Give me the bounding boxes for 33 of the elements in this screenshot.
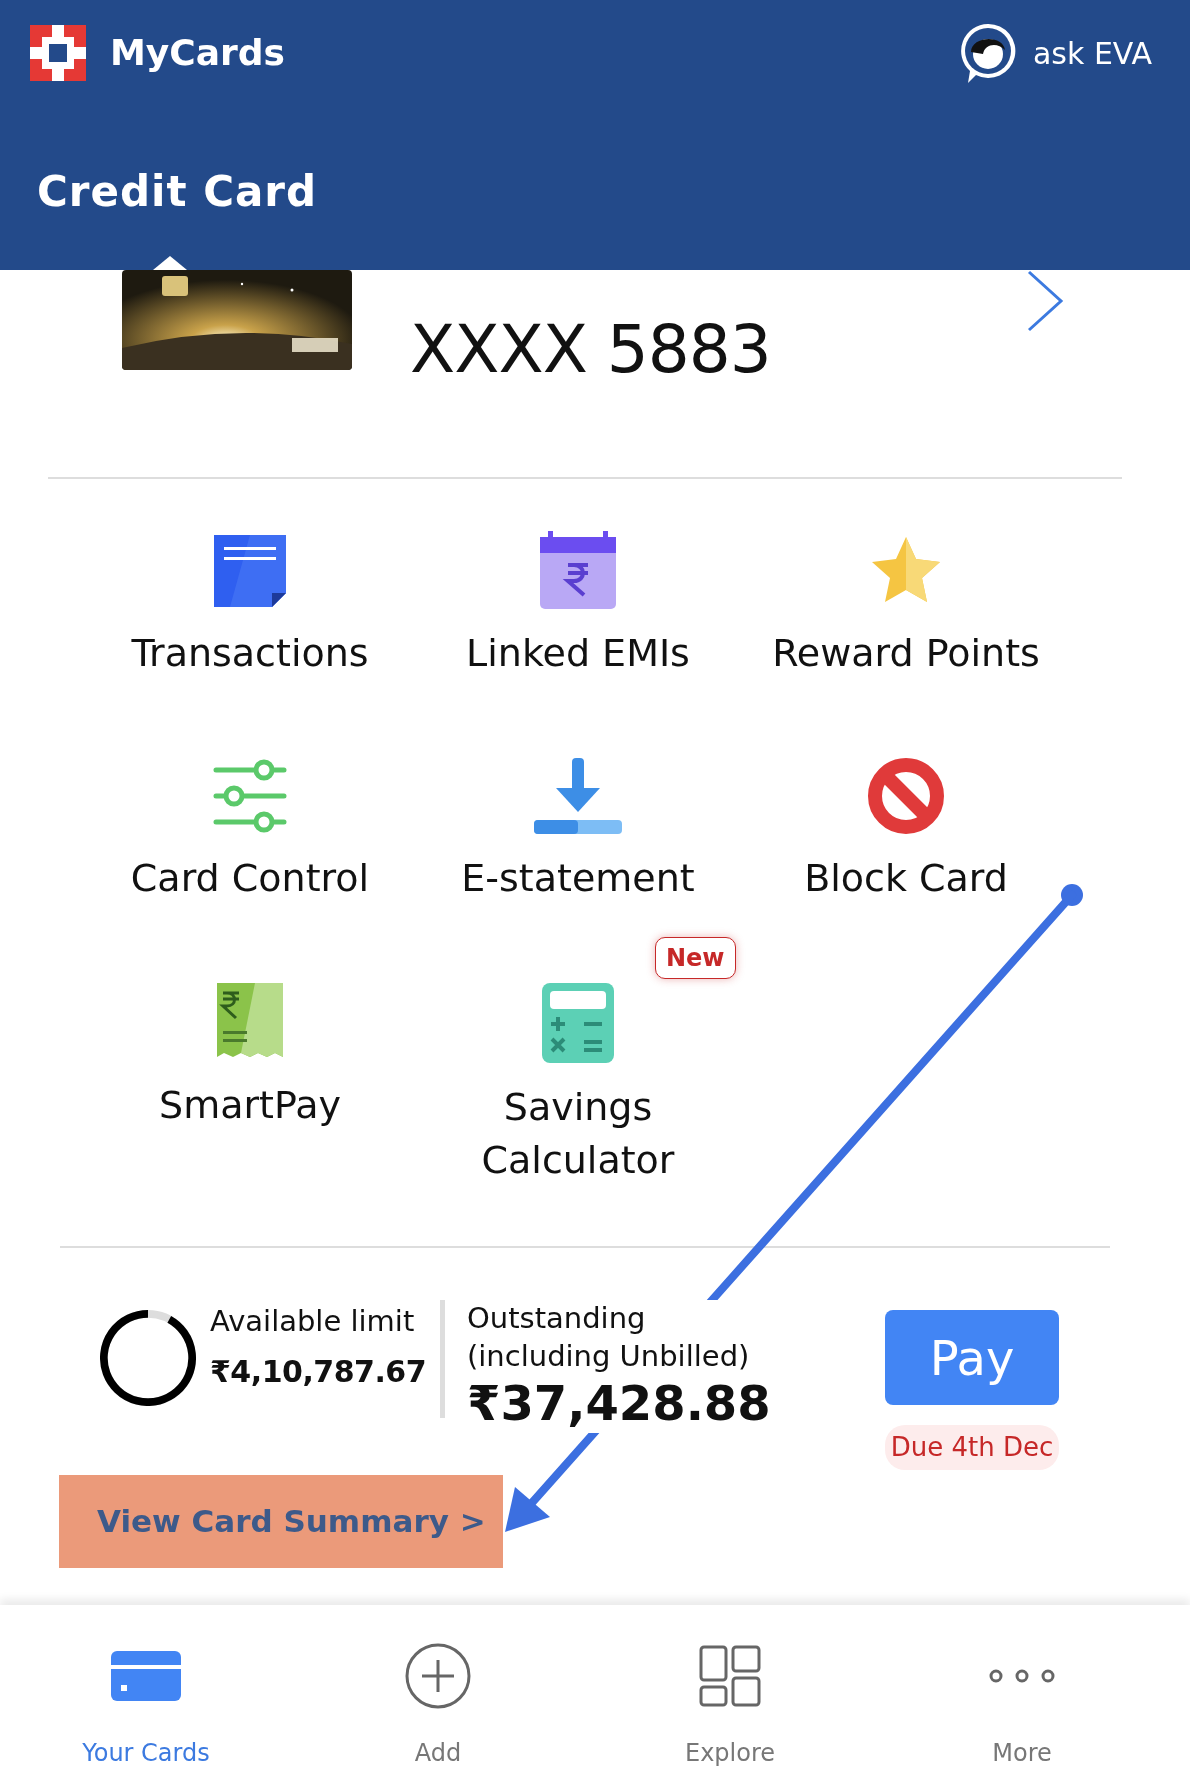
nav-tab[interactable]: More [876, 1605, 1168, 1767]
section-title: Credit Card [37, 166, 319, 218]
action-tile[interactable]: Reward Points [772, 531, 1040, 681]
chevron-right-icon[interactable] [1025, 270, 1065, 332]
calendar-rupee-icon [538, 531, 618, 611]
available-limit-label: Available limit [210, 1303, 416, 1340]
action-tile[interactable]: SmartPay [159, 981, 341, 1133]
action-tile[interactable]: Block Card [804, 756, 1008, 906]
outstanding-amount: ₹37,428.88 [467, 1375, 771, 1433]
action-tile[interactable]: E-statement [461, 756, 695, 906]
logo-icon [30, 25, 86, 81]
assistant-avatar-icon [959, 22, 1017, 84]
action-tile[interactable]: Transactions [131, 531, 369, 681]
due-date: Due 4th Dec [885, 1425, 1059, 1470]
add-icon [404, 1642, 472, 1710]
nav-tab[interactable]: Your Cards [0, 1605, 292, 1767]
block-icon [866, 756, 946, 836]
calculator-icon [540, 981, 616, 1065]
download-icon [532, 756, 624, 836]
card-number: XXXX 5883 [410, 310, 771, 390]
pay-button[interactable]: Pay [885, 1310, 1059, 1405]
grid-icon [699, 1645, 761, 1707]
app-title: MyCards [110, 31, 285, 75]
card-icon [111, 1651, 181, 1701]
action-tile[interactable]: Linked EMIs [466, 531, 690, 681]
ask-eva-link[interactable]: ask EVA [959, 22, 1152, 84]
action-tile[interactable]: Card Control [130, 756, 370, 906]
nav-tab[interactable]: Explore [584, 1605, 876, 1767]
available-limit-amount: ₹4,10,787.67 [210, 1352, 428, 1391]
new-badge: New [655, 937, 736, 979]
more-icon [989, 1668, 1055, 1684]
nav-tab[interactable]: Add [292, 1605, 584, 1767]
action-tile[interactable]: Savings Calculator [433, 981, 723, 1188]
